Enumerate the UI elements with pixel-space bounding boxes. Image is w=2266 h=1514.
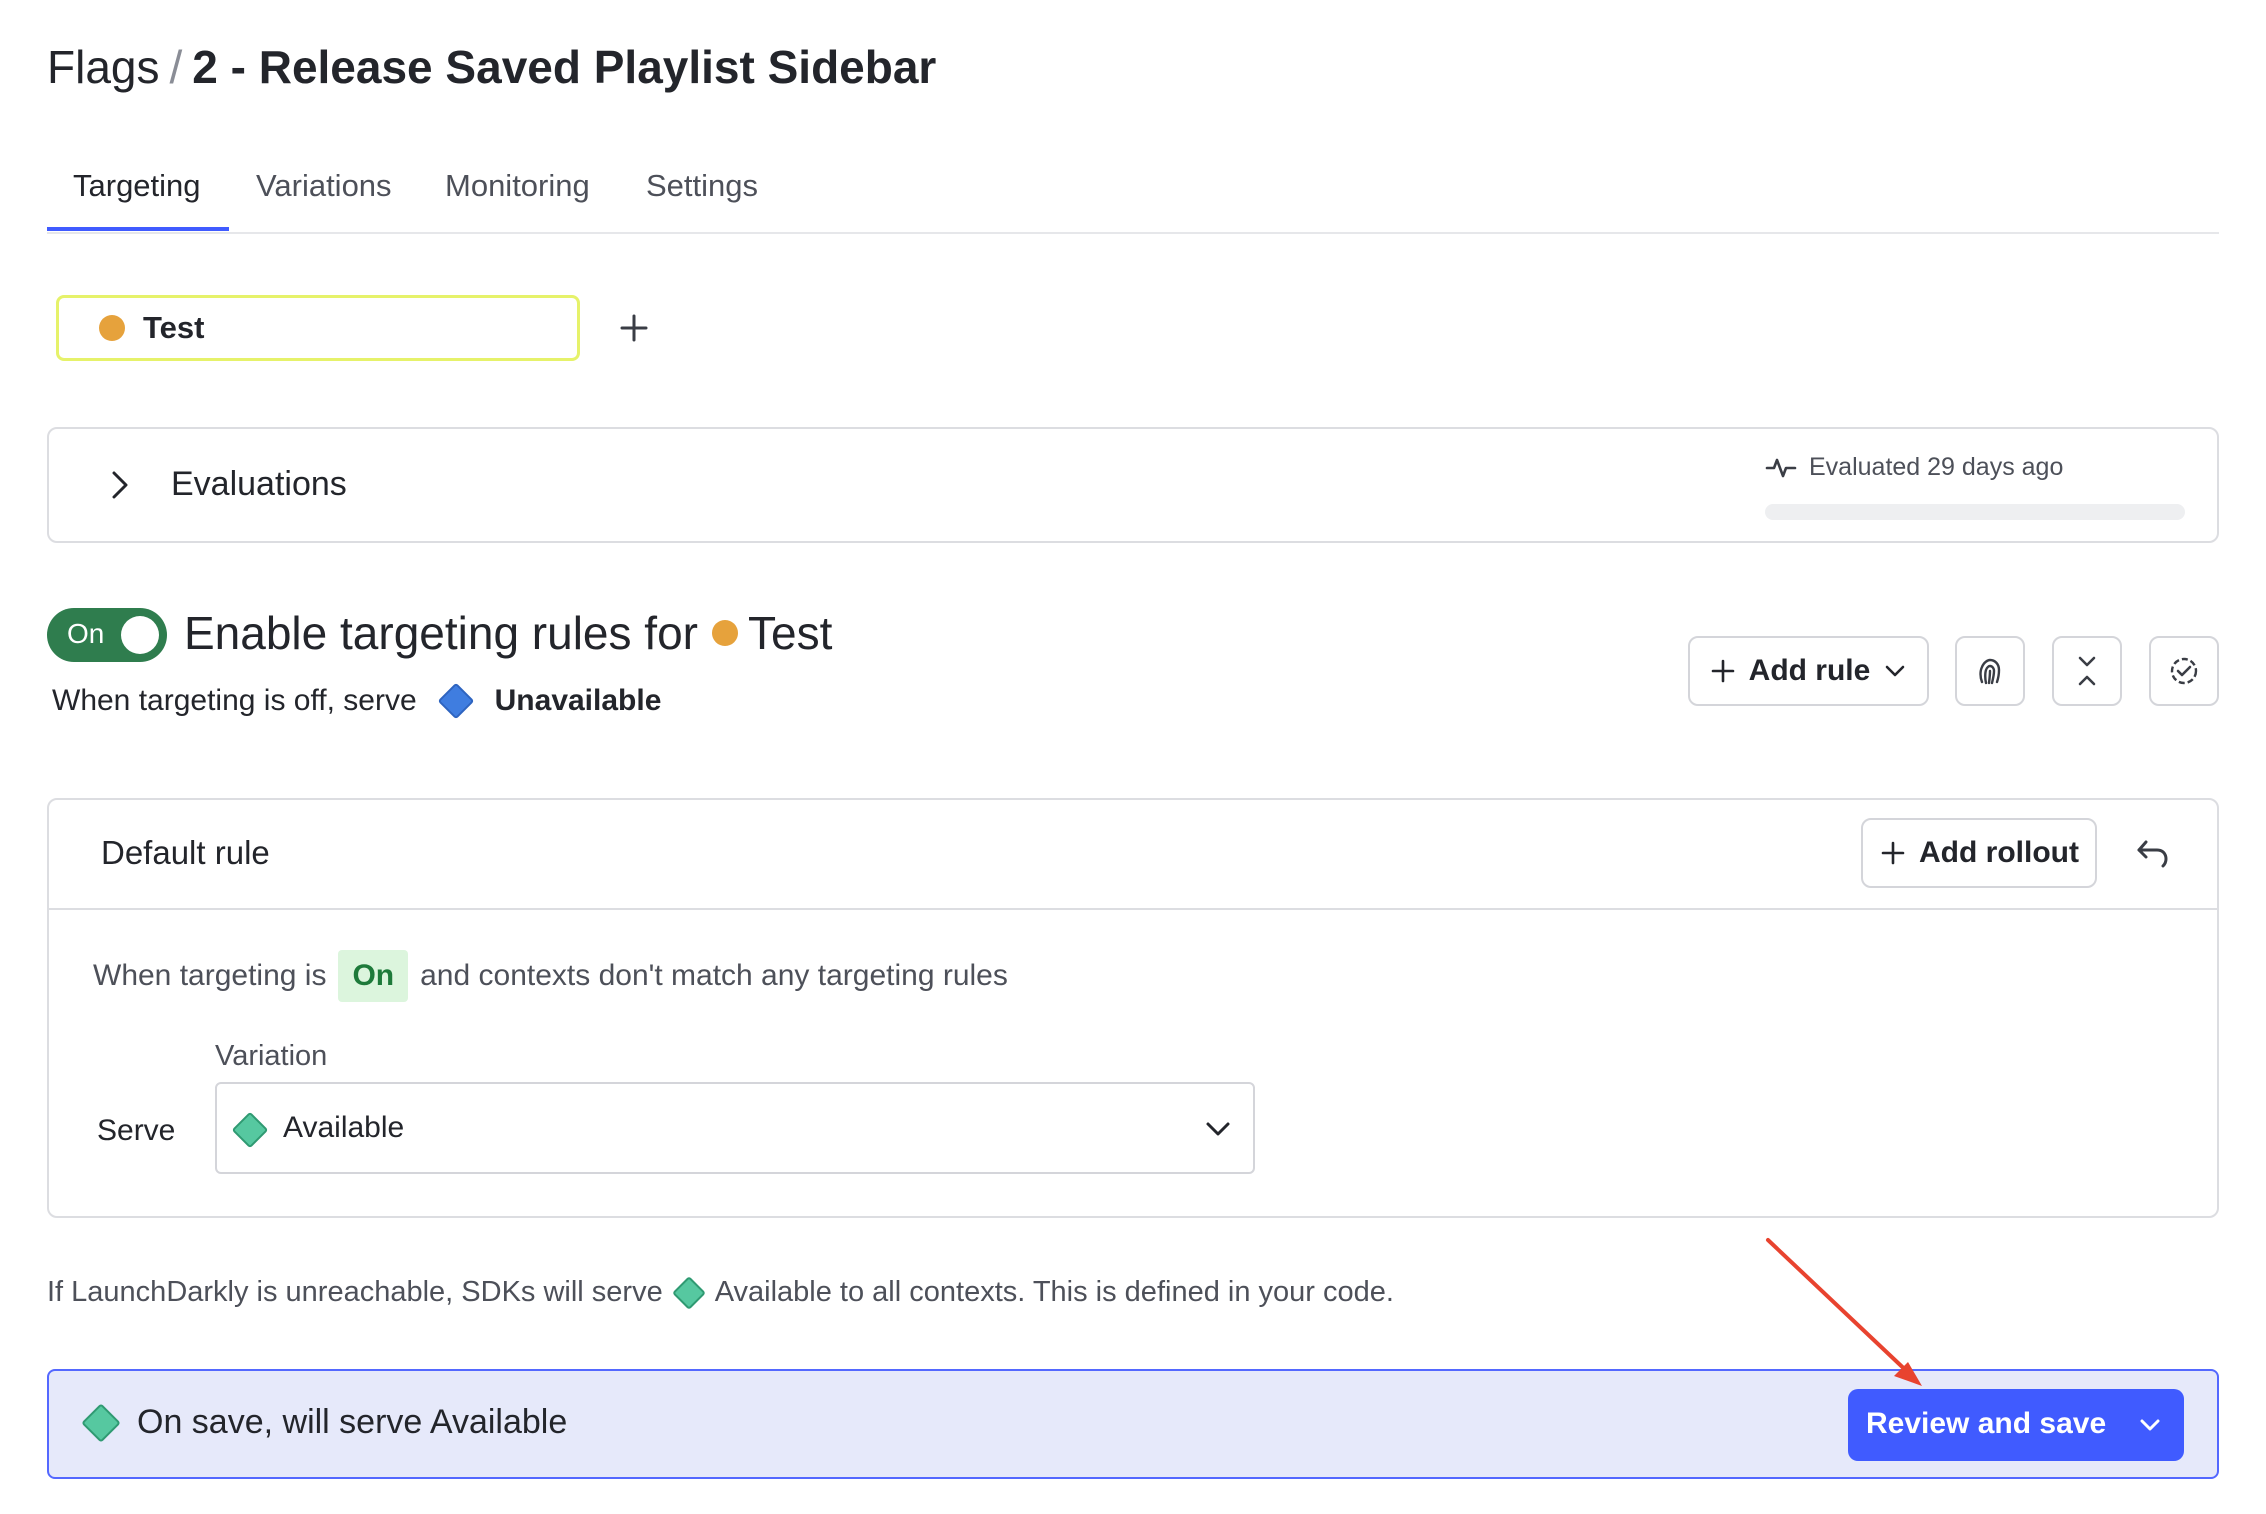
tab-targeting[interactable]: Targeting bbox=[73, 168, 201, 204]
tab-monitoring[interactable]: Monitoring bbox=[445, 168, 590, 204]
variation-select[interactable]: Available bbox=[215, 1082, 1255, 1174]
tab-settings[interactable]: Settings bbox=[646, 168, 758, 204]
tab-bar: Targeting Variations Monitoring Settings bbox=[47, 140, 2219, 234]
breadcrumb-separator: / bbox=[169, 41, 183, 93]
targeting-toggle[interactable]: On bbox=[47, 608, 167, 662]
fallback-note: If LaunchDarkly is unreachable, SDKs wil… bbox=[47, 1275, 1394, 1310]
review-and-save-label: Review and save bbox=[1866, 1407, 2107, 1440]
add-environment-button[interactable] bbox=[612, 306, 656, 350]
save-summary-text: On save, will serve Available bbox=[137, 1403, 568, 1441]
tab-variations[interactable]: Variations bbox=[256, 168, 392, 204]
add-rule-label: Add rule bbox=[1748, 654, 1871, 687]
targeting-heading-text: Enable targeting rules for bbox=[184, 607, 698, 659]
active-tab-indicator bbox=[47, 227, 229, 231]
default-rule-panel: Default rule Add rollout When targeting … bbox=[47, 798, 2219, 1218]
default-rule-description: When targeting is On and contexts don't … bbox=[93, 950, 1008, 1002]
add-rule-button[interactable]: Add rule bbox=[1688, 636, 1929, 706]
fallback-after: Available to all contexts. This is defin… bbox=[714, 1276, 1394, 1308]
plus-icon bbox=[1711, 659, 1734, 683]
page-title: Flags/2 - Release Saved Playlist Sidebar bbox=[47, 40, 936, 94]
variation-diamond-icon bbox=[437, 682, 475, 720]
targeting-heading: Enable targeting rules for Test bbox=[184, 606, 832, 660]
variation-diamond-icon bbox=[671, 1275, 706, 1310]
chevron-right-icon[interactable] bbox=[101, 467, 137, 503]
environment-color-dot bbox=[99, 315, 125, 341]
flag-name: 2 - Release Saved Playlist Sidebar bbox=[192, 41, 937, 93]
fingerprint-icon bbox=[1979, 658, 2001, 685]
serve-label: Serve bbox=[97, 1114, 176, 1147]
activity-icon bbox=[1765, 458, 1797, 477]
off-variation-value: Unavailable bbox=[494, 684, 662, 717]
environment-name: Test bbox=[143, 310, 205, 345]
evaluation-status: Evaluated 29 days ago bbox=[1765, 453, 2063, 482]
chevron-down-icon bbox=[1206, 1122, 1230, 1136]
selected-variation: Available bbox=[283, 1111, 405, 1144]
collapse-icon bbox=[2078, 656, 2096, 686]
breadcrumb-flags-link[interactable]: Flags bbox=[47, 41, 159, 93]
chevron-down-icon[interactable] bbox=[2134, 1409, 2166, 1441]
add-rollout-label: Add rollout bbox=[1919, 836, 2079, 869]
fingerprint-button[interactable] bbox=[1955, 636, 2025, 706]
description-before: When targeting is bbox=[93, 959, 327, 992]
add-rollout-button[interactable]: Add rollout bbox=[1861, 818, 2097, 888]
plus-icon bbox=[1881, 841, 1905, 865]
chevron-down-icon bbox=[1886, 665, 1905, 677]
off-variation-line: When targeting is off, serve Unavailable bbox=[52, 682, 662, 720]
environment-chip-test[interactable]: Test bbox=[56, 295, 580, 361]
evaluation-status-text: Evaluated 29 days ago bbox=[1809, 453, 2064, 481]
default-rule-header: Default rule Add rollout bbox=[49, 800, 2217, 910]
toggle-label: On bbox=[67, 618, 105, 649]
plus-icon bbox=[620, 314, 648, 342]
evaluations-panel[interactable]: Evaluations Evaluated 29 days ago bbox=[47, 427, 2219, 543]
off-variation-label: When targeting is off, serve bbox=[52, 684, 417, 717]
environment-color-dot bbox=[711, 620, 738, 646]
toggle-knob bbox=[121, 616, 159, 654]
variation-label: Variation bbox=[215, 1040, 328, 1072]
verify-button[interactable] bbox=[2149, 636, 2219, 706]
save-summary: On save, will serve Available bbox=[81, 1402, 568, 1443]
fallback-before: If LaunchDarkly is unreachable, SDKs wil… bbox=[47, 1276, 663, 1308]
check-badge-icon bbox=[2170, 657, 2198, 685]
status-badge-on: On bbox=[338, 950, 409, 1002]
variation-diamond-icon bbox=[231, 1111, 269, 1149]
undo-icon[interactable] bbox=[2129, 830, 2175, 876]
evaluation-chart-placeholder bbox=[1765, 504, 2185, 520]
default-rule-title: Default rule bbox=[101, 834, 270, 871]
collapse-all-button[interactable] bbox=[2052, 636, 2122, 706]
review-and-save-button[interactable]: Review and save bbox=[1848, 1389, 2184, 1461]
description-after: and contexts don't match any targeting r… bbox=[420, 959, 1008, 992]
evaluations-title: Evaluations bbox=[171, 465, 347, 503]
targeting-heading-env: Test bbox=[747, 607, 833, 659]
save-bar: On save, will serve Available Review and… bbox=[47, 1369, 2219, 1479]
variation-diamond-icon bbox=[81, 1402, 121, 1443]
